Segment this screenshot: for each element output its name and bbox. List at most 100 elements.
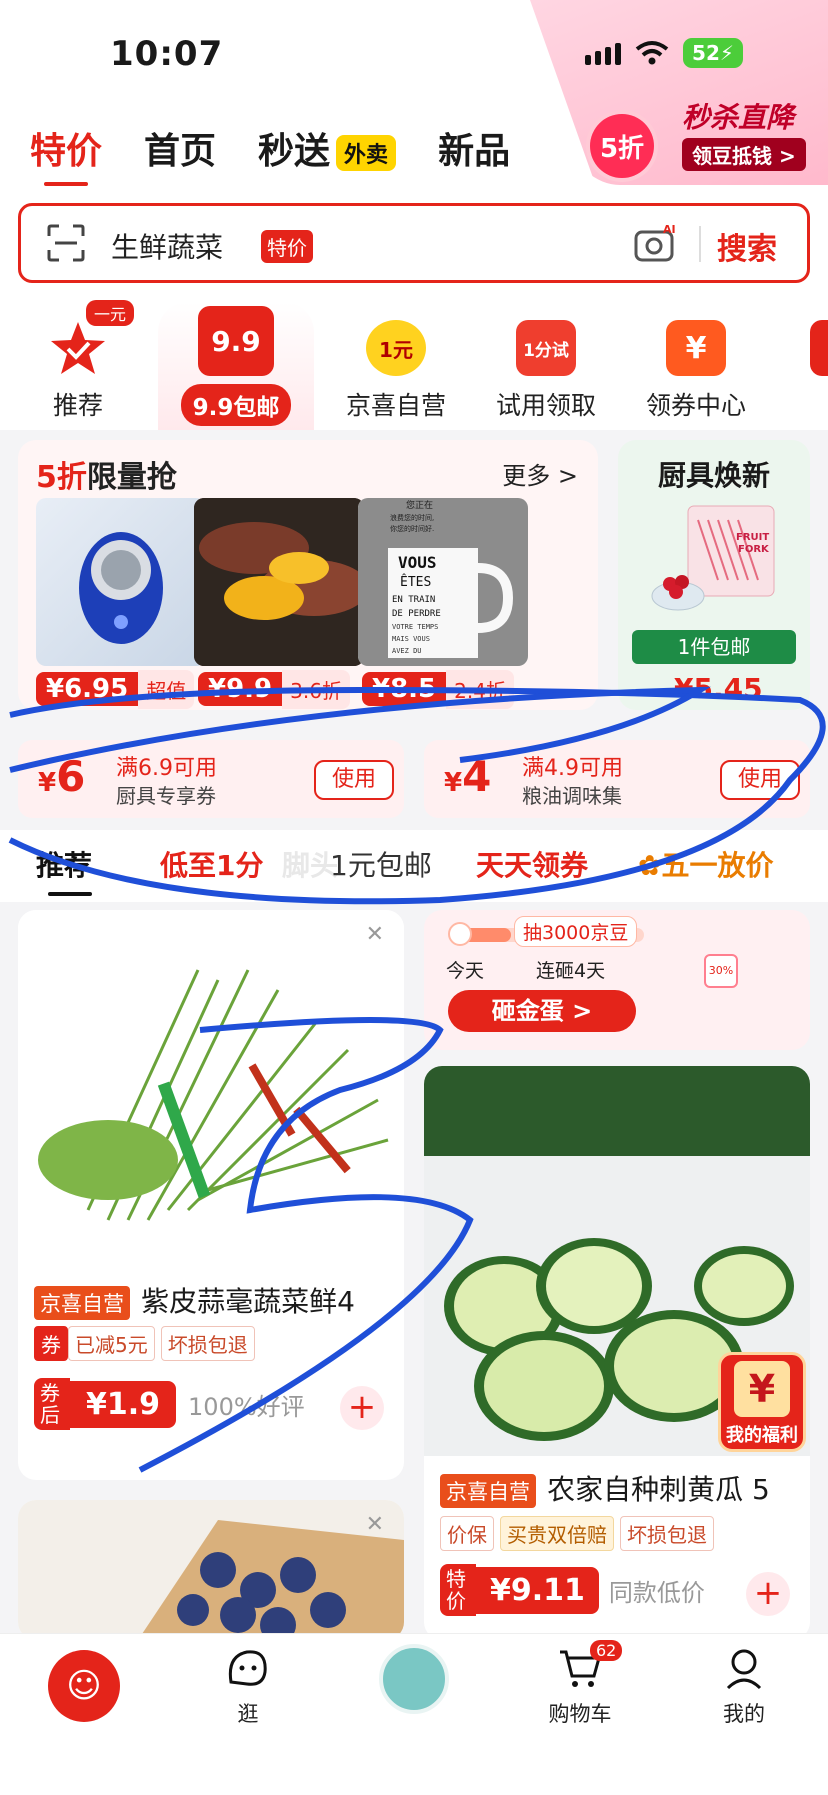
- trial-bag-icon: 1分试: [516, 320, 576, 376]
- price-row: ¥6.95 超值: [36, 669, 195, 709]
- tab-as-low-as[interactable]: 低至1分: [160, 844, 263, 884]
- bottom-nav-home[interactable]: ☺: [24, 1650, 144, 1726]
- category-coupon-center[interactable]: ¥ 领券中心: [626, 300, 766, 422]
- coupon-card[interactable]: ¥4 满4.9可用 粮油调味集 使用: [424, 740, 810, 818]
- promo-product-icon: [379, 1644, 449, 1714]
- category-more-partial[interactable]: [792, 300, 828, 376]
- category-label: 试用领取: [495, 391, 596, 420]
- price-row: 券后 ¥1.9 100%好评: [34, 1378, 305, 1430]
- price-tag: 2.4折: [446, 669, 514, 709]
- category-label: 9.9包邮: [180, 384, 292, 426]
- coupon-value: 6: [56, 752, 86, 801]
- fork-label: FORK: [738, 544, 770, 555]
- today-label: 今天: [446, 960, 485, 982]
- double-refund-chip: 买贵双倍赔: [500, 1516, 614, 1551]
- category-label: 推荐: [52, 391, 103, 420]
- category-label: 京喜自营: [345, 391, 446, 420]
- tab-underline: [48, 892, 92, 896]
- bottom-nav-center[interactable]: [354, 1644, 474, 1718]
- egg-smash-card[interactable]: 抽3000京豆 今天 连砸4天 砸金蛋 > 30%: [424, 910, 810, 1050]
- coupon-condition: 满6.9可用: [116, 756, 217, 781]
- status-bar: 10:07 52 ⚡: [0, 0, 828, 110]
- product-card[interactable]: ¥ 我的福利 京喜自营 农家自种刺黄瓜 5 价保 买贵双倍赔 坏损包退 特价 ¥9.…: [424, 1066, 810, 1640]
- price-protect-chip: 价保: [440, 1516, 494, 1551]
- flash-title-rest: 限量抢: [86, 460, 177, 495]
- flash-sale-section: 5折限量抢 更多 > 您正在 浪费您的时间, 你您的时间好. VOUS ÊTES…: [18, 440, 598, 710]
- price: ¥9.9: [198, 672, 283, 706]
- smash-egg-button[interactable]: 砸金蛋 >: [448, 990, 636, 1032]
- nav-tab-delivery[interactable]: 秒送 外卖: [258, 122, 397, 174]
- status-icons: 52 ⚡: [585, 38, 743, 68]
- tab-recommend[interactable]: 推荐: [36, 844, 92, 884]
- add-to-cart-button[interactable]: +: [746, 1572, 790, 1616]
- product-shaver[interactable]: [36, 498, 206, 666]
- bottom-nav-cart[interactable]: 62 购物车: [520, 1640, 640, 1728]
- rating: 100%好评: [188, 1392, 305, 1421]
- coupon-scope: 粮油调味集: [522, 784, 622, 808]
- bottom-nav-label: 购物车: [548, 1702, 612, 1726]
- category-jingxi-self[interactable]: 1元 京喜自营: [326, 300, 466, 422]
- bottom-nav-me[interactable]: 我的: [684, 1646, 804, 1728]
- nav-tab-new[interactable]: 新品: [438, 122, 510, 174]
- use-coupon-button[interactable]: 使用: [314, 760, 394, 800]
- product-card[interactable]: ✕ 京喜自营 紫皮蒜毫蔬菜鲜4 券已减5元 坏损包退 券后 ¥1.9 100%好评…: [18, 910, 404, 1480]
- use-coupon-button[interactable]: 使用: [720, 760, 800, 800]
- product-sweet-potato[interactable]: [194, 498, 364, 666]
- price: ¥1.9: [70, 1380, 177, 1428]
- kitchen-title: 厨具焕新: [657, 459, 770, 492]
- price-label: 特价: [440, 1564, 476, 1616]
- app-screen: 5折 秒杀直降 领豆抵钱 > 10:07 52 ⚡ 特价 首页 秒送 外卖 新品…: [0, 0, 828, 1795]
- waimai-badge: 外卖: [336, 135, 397, 171]
- close-icon[interactable]: ✕: [366, 922, 384, 947]
- guarantee-chip: 坏损包退: [620, 1516, 714, 1551]
- search-bar[interactable]: 生鲜蔬菜 特价 AI 搜索: [18, 203, 810, 283]
- bottom-nav-browse[interactable]: 逛: [188, 1646, 308, 1728]
- product-card[interactable]: ✕: [18, 1500, 404, 1640]
- mug-text: VOTRE TEMPS: [392, 623, 438, 631]
- one-yuan-badge: 一元: [86, 300, 135, 326]
- price: ¥6.95: [36, 672, 139, 706]
- coupon-card[interactable]: ¥6 满6.9可用 厨具专享券 使用: [18, 740, 404, 818]
- category-trial[interactable]: 1分试 试用领取: [476, 300, 616, 422]
- kitchen-renew-section[interactable]: 厨具焕新 FRUIT FORK 1件包邮 ¥5.45: [618, 440, 810, 710]
- cellular-signal-icon: [585, 41, 621, 65]
- coin-badge-icon: 1元: [366, 320, 426, 376]
- coupon-amount: ¥6: [38, 752, 86, 801]
- flash-title: 5折限量抢: [36, 452, 177, 496]
- cart-count-badge: 62: [590, 1640, 623, 1661]
- product-title-row: 京喜自营 紫皮蒜毫蔬菜鲜4: [34, 1280, 355, 1320]
- price-tag: 3.6折: [282, 669, 350, 709]
- fruit-label: FRUIT: [736, 532, 769, 543]
- camera-ai-icon[interactable]: AI: [633, 222, 679, 264]
- close-icon[interactable]: ✕: [366, 1512, 384, 1537]
- product-chips: 券已减5元 坏损包退: [34, 1326, 261, 1361]
- scan-icon[interactable]: [45, 222, 87, 264]
- shaver-image: [79, 532, 163, 644]
- mascot-dog-icon: ☺: [48, 1650, 120, 1722]
- search-input[interactable]: 生鲜蔬菜: [111, 226, 223, 266]
- product-chips: 价保 买贵双倍赔 坏损包退: [440, 1516, 720, 1551]
- category-recommend[interactable]: 一元 推荐: [8, 300, 148, 422]
- mug-text: DE PERDRE: [392, 609, 441, 619]
- tab-may-day-label: 五一放价: [661, 849, 774, 882]
- category-9-9[interactable]: 9.9 9.9包邮: [166, 300, 306, 426]
- nav-tab-home[interactable]: 首页: [144, 122, 216, 174]
- tab-daily-coupon[interactable]: 天天领券: [476, 844, 588, 884]
- tab-may-day[interactable]: ✿五一放价: [638, 844, 773, 884]
- my-welfare-badge[interactable]: ¥ 我的福利: [718, 1352, 806, 1452]
- coupon-thumb-icon: 30%: [704, 954, 738, 988]
- product-mug[interactable]: 您正在 浪费您的时间, 你您的时间好. VOUS ÊTES EN TRAIN D…: [358, 498, 528, 666]
- kitchen-price: ¥5.45: [674, 672, 763, 705]
- more-link[interactable]: 更多 >: [502, 456, 578, 491]
- tab-one-yuan-ship[interactable]: 1元包邮: [330, 844, 432, 884]
- header-area: 5折 秒杀直降 领豆抵钱 > 10:07 52 ⚡ 特价 首页 秒送 外卖 新品…: [0, 0, 828, 430]
- add-to-cart-button[interactable]: +: [340, 1386, 384, 1430]
- nav-tab-special[interactable]: 特价: [30, 122, 102, 186]
- price: ¥9.11: [476, 1566, 599, 1614]
- search-button[interactable]: 搜索: [717, 224, 777, 268]
- mug-text: VOUS: [398, 553, 437, 572]
- mug-text: 你您的时间好.: [390, 524, 434, 533]
- search-divider: [699, 226, 701, 262]
- self-operated-tag: 京喜自营: [34, 1286, 130, 1320]
- product-title: 紫皮蒜毫蔬菜鲜4: [141, 1285, 355, 1318]
